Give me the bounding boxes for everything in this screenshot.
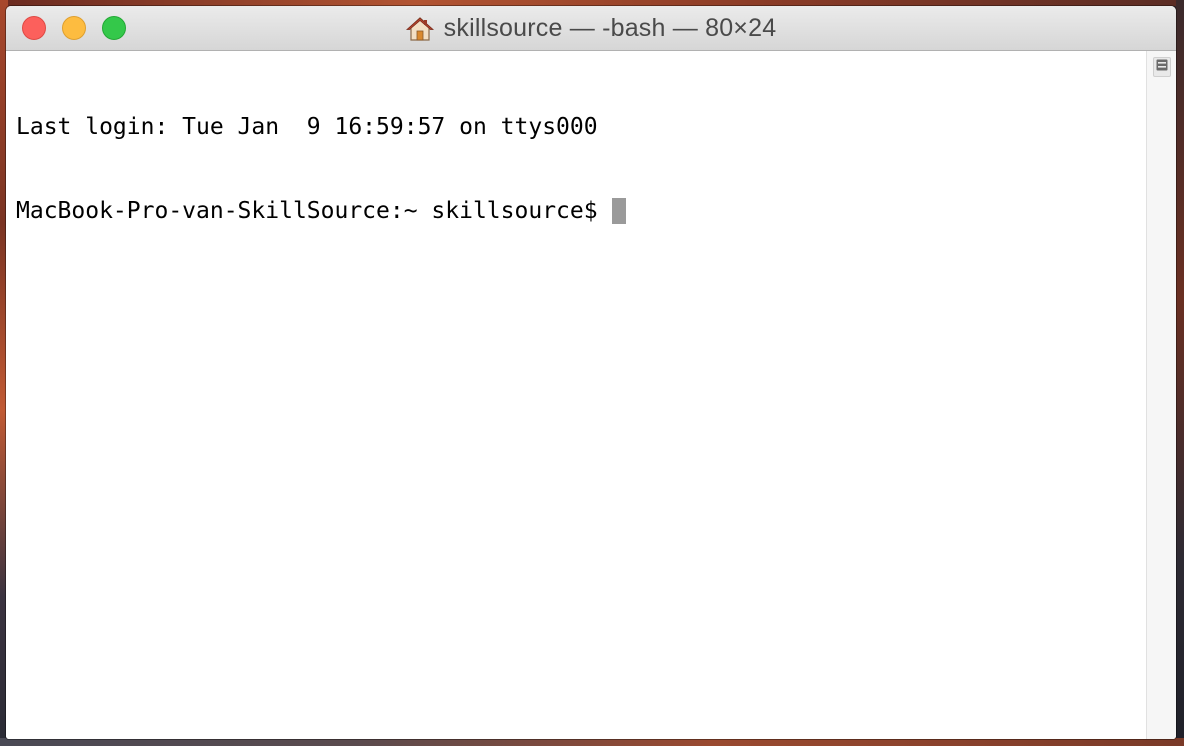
window-titlebar[interactable]: skillsource — -bash — 80×24 <box>6 6 1176 51</box>
home-folder-icon <box>405 16 434 42</box>
block-cursor <box>611 198 626 224</box>
desktop-wallpaper-right <box>1176 0 1184 746</box>
zoom-button[interactable] <box>102 16 126 40</box>
minimize-button[interactable] <box>62 16 86 40</box>
window-title-text: skillsource — -bash — 80×24 <box>443 14 777 42</box>
vertical-scrollbar[interactable] <box>1146 51 1176 739</box>
close-button[interactable] <box>22 16 46 40</box>
shell-prompt: MacBook-Pro-van-SkillSource:~ skillsourc… <box>16 198 598 224</box>
terminal-line-last-login: Last login: Tue Jan 9 16:59:57 on ttys00… <box>16 114 598 140</box>
terminal-window: skillsource — -bash — 80×24 Last login: … <box>6 6 1176 739</box>
split-pane-icon <box>1156 58 1168 76</box>
terminal-content[interactable]: Last login: Tue Jan 9 16:59:57 on ttys00… <box>6 51 1146 739</box>
split-pane-button[interactable] <box>1153 57 1171 77</box>
window-title: skillsource — -bash — 80×24 <box>6 6 1176 51</box>
terminal-line-prompt: MacBook-Pro-van-SkillSource:~ skillsourc… <box>16 197 1146 225</box>
desktop-wallpaper-bottom <box>0 738 1184 746</box>
